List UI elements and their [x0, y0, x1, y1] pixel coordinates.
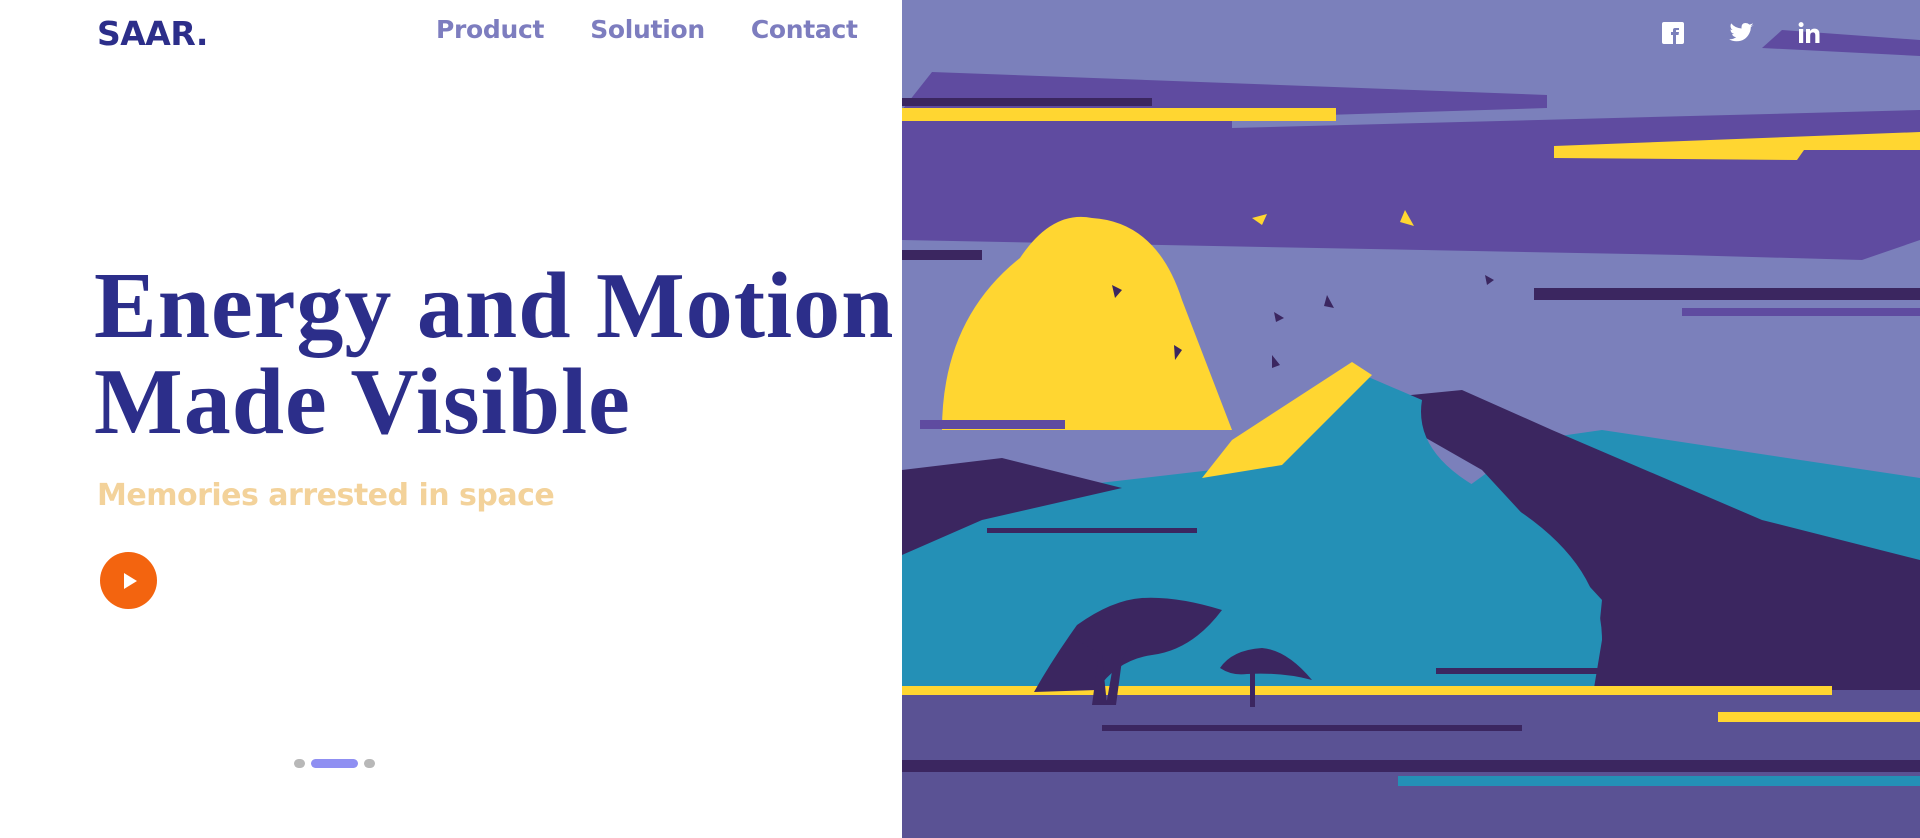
carousel-dot-active[interactable]	[311, 759, 358, 768]
twitter-icon[interactable]	[1728, 20, 1754, 46]
carousel-dot[interactable]	[364, 759, 375, 768]
facebook-icon[interactable]	[1660, 20, 1686, 46]
stripe-purple-1	[1682, 308, 1920, 316]
hero-illustration	[902, 0, 1920, 838]
linkedin-icon[interactable]	[1796, 20, 1822, 46]
hero-headline: Energy and Motion Made Visible	[94, 258, 914, 450]
nav-product[interactable]: Product	[436, 15, 545, 44]
social-links	[1660, 20, 1822, 46]
stripe-dark-1	[902, 98, 1152, 106]
carousel-dot[interactable]	[294, 759, 305, 768]
play-icon	[123, 572, 137, 589]
play-button[interactable]	[100, 552, 157, 609]
stripe-dark-7	[1102, 725, 1522, 731]
nav-contact[interactable]: Contact	[751, 15, 858, 44]
nav-solution[interactable]: Solution	[590, 15, 705, 44]
stripe-teal	[1398, 776, 1920, 786]
stripe-dark-2	[902, 250, 982, 260]
stripe-yellow-1	[902, 108, 1336, 121]
hero-subtitle: Memories arrested in space	[97, 478, 555, 513]
stripe-dark-4	[987, 528, 1197, 533]
stripe-purple-2	[920, 420, 1065, 429]
stripe-yellow-4	[1718, 712, 1920, 722]
stripe-dark-3	[1534, 288, 1920, 300]
carousel-indicator	[294, 759, 375, 768]
main-nav: Product Solution Contact	[436, 15, 858, 44]
headline-line-2: Made Visible	[94, 350, 631, 454]
headline-line-1: Energy and Motion	[94, 254, 895, 358]
logo[interactable]: SAAR.	[97, 14, 208, 53]
stripe-dark-5	[1436, 668, 1636, 674]
stripe-dark-6	[902, 760, 1920, 772]
